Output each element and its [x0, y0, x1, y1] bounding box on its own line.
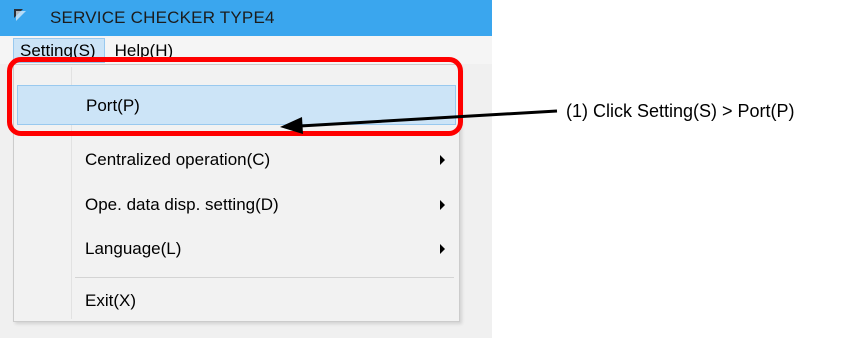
annotation-callout: (1) Click Setting(S) > Port(P): [566, 101, 795, 121]
annotation-arrow-icon: [280, 109, 558, 134]
